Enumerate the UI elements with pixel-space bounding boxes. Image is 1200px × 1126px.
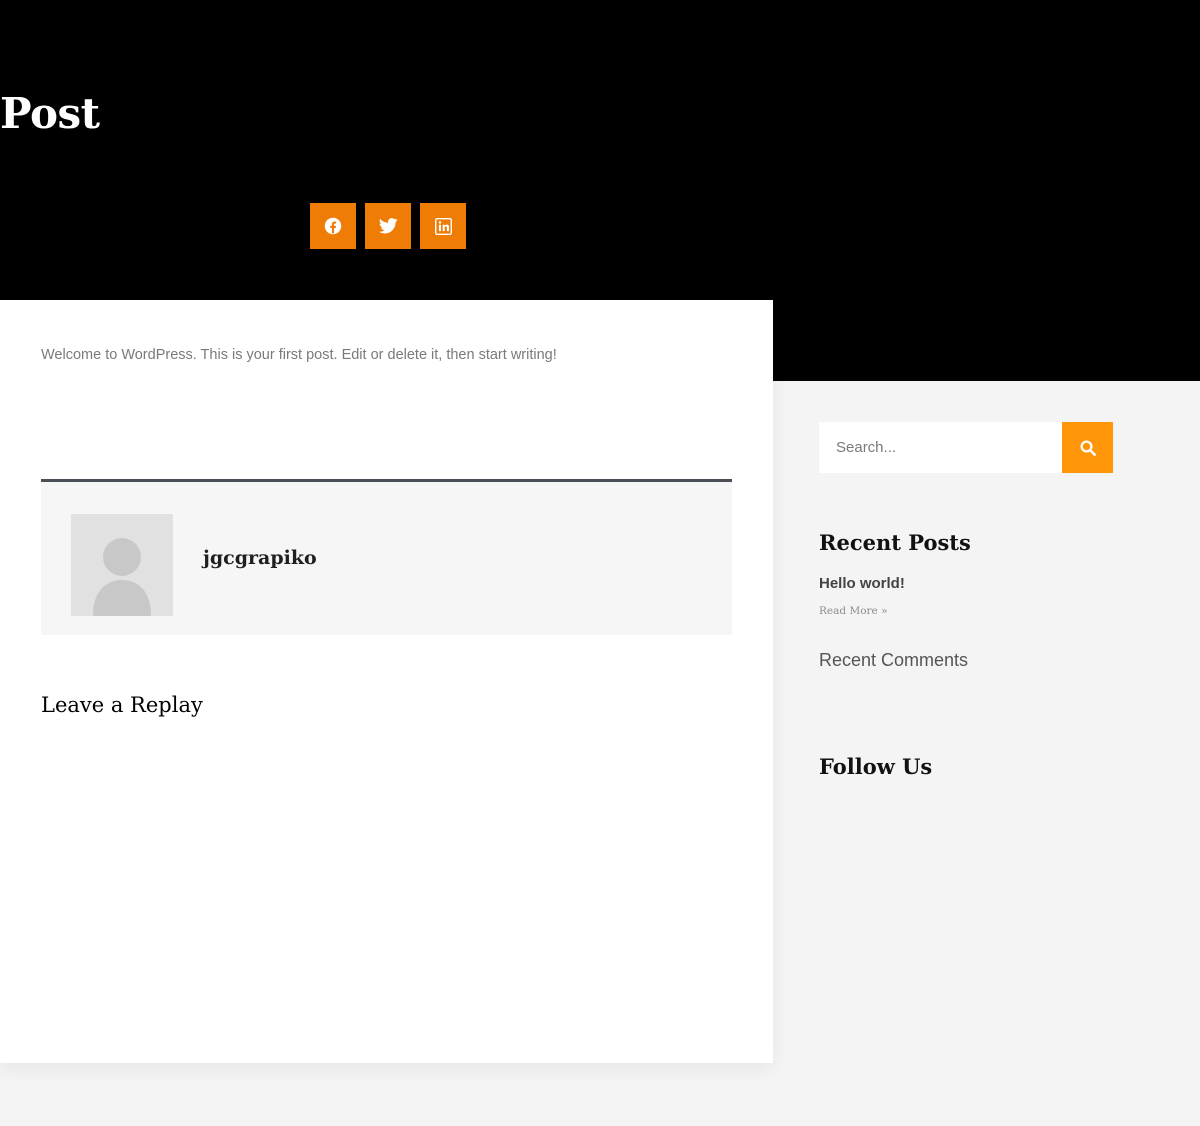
recent-post-link[interactable]: Hello world! — [819, 574, 905, 594]
follow-us-heading: Follow Us — [819, 754, 933, 779]
page-title: Post — [0, 89, 100, 138]
search-input[interactable] — [819, 422, 1062, 473]
twitter-icon — [378, 218, 398, 234]
search-form — [819, 422, 1113, 473]
post-body-text: Welcome to WordPress. This is your first… — [41, 347, 557, 363]
read-more-link[interactable]: Read More » — [819, 603, 888, 619]
author-avatar — [71, 514, 173, 616]
author-name: jgcgrapiko — [203, 547, 317, 569]
recent-posts-heading: Recent Posts — [819, 530, 971, 555]
linkedin-icon — [434, 217, 452, 235]
facebook-icon — [324, 217, 342, 235]
share-twitter-button[interactable] — [365, 203, 411, 249]
share-linkedin-button[interactable] — [420, 203, 466, 249]
recent-comments-heading: Recent Comments — [819, 650, 969, 670]
default-avatar-icon — [71, 514, 173, 616]
author-box: jgcgrapiko — [41, 479, 732, 635]
share-facebook-button[interactable] — [310, 203, 356, 249]
search-icon — [1080, 440, 1096, 456]
leave-reply-heading: Leave a Replay — [41, 693, 203, 717]
post-content-card: Welcome to WordPress. This is your first… — [0, 300, 773, 1063]
search-button[interactable] — [1062, 422, 1113, 473]
